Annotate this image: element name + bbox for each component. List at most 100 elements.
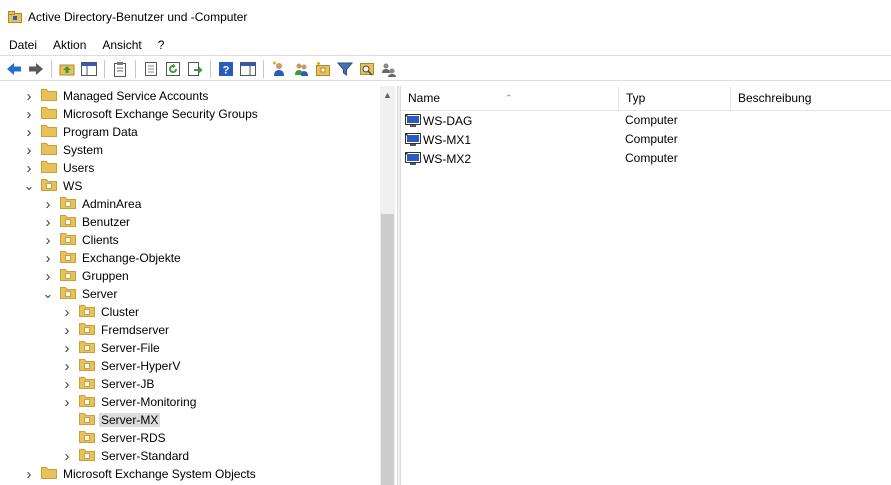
chevron-right-icon[interactable]: › [42,267,54,285]
list-item[interactable]: WS-MX2 [405,149,471,168]
tree-pane: › Managed Service Accounts › Microsoft Exch… [0,86,397,485]
column-header-beschreibung[interactable]: Beschreibung [731,86,891,111]
folder-icon [41,124,57,140]
properties-icon[interactable] [140,58,162,80]
show-hide-tree-icon[interactable] [78,58,100,80]
chevron-right-icon[interactable]: › [42,213,54,231]
chevron-right-icon[interactable]: › [23,87,35,105]
export-list-icon[interactable] [184,58,206,80]
tree-item[interactable]: ⌄ WS [23,177,83,195]
tree-item-label: Server-Monitoring [101,395,197,409]
tree-item-label: Managed Service Accounts [63,89,209,103]
tree-item[interactable]: › Microsoft Exchange System Objects [23,465,256,483]
chevron-right-icon[interactable]: › [61,357,73,375]
menu-aktion[interactable]: Aktion [45,34,94,56]
tree-item[interactable]: › Gruppen [42,267,129,285]
sort-ascending-icon: ⌃ [505,93,513,103]
tree-item[interactable]: › Cluster [61,303,140,321]
tree-item[interactable]: › Benutzer [42,213,131,231]
new-ou-icon[interactable] [312,58,334,80]
list-item[interactable]: WS-MX1 [405,130,471,149]
show-hide-action-pane-icon[interactable] [237,58,259,80]
chevron-right-icon[interactable]: › [23,105,35,123]
tree-item[interactable]: › Exchange-Objekte [42,249,181,267]
filter-icon[interactable] [334,58,356,80]
tree-item[interactable]: › Server-Monitoring [61,393,197,411]
help-icon[interactable]: ? [215,58,237,80]
menu-help[interactable]: ? [150,34,173,56]
tree-item[interactable]: › System [23,141,104,159]
tree-item[interactable]: › Server-Standard [61,447,190,465]
tree-item-label: Server-File [101,341,160,355]
menu-bar: Datei Aktion Ansicht ? [0,34,891,56]
chevron-right-icon[interactable]: › [23,141,35,159]
chevron-right-icon[interactable]: › [42,231,54,249]
tree-item[interactable]: Server-MX [61,411,161,429]
title-bar: Active Directory-Benutzer und -Computer [0,0,891,34]
tree-item-label: Server-HyperV [101,359,181,373]
tree-item[interactable]: › Server-JB [61,375,155,393]
tree-item-label: System [63,143,104,157]
tree-item[interactable]: › AdminArea [42,195,142,213]
new-user-icon[interactable] [268,58,290,80]
tree-item-label: Cluster [101,305,140,319]
scroll-up-icon[interactable]: ▲ [380,86,395,104]
chevron-right-icon[interactable]: › [42,195,54,213]
menu-datei[interactable]: Datei [0,34,45,56]
ou-folder-icon [60,268,76,284]
ou-folder-icon [60,232,76,248]
delegate-control-icon[interactable] [378,58,400,80]
list-item[interactable]: WS-DAG [405,111,472,130]
ou-folder-icon [60,286,76,302]
chevron-right-icon[interactable]: › [61,375,73,393]
tree-item-label: Server-RDS [101,431,166,445]
chevron-right-icon[interactable]: › [23,159,35,177]
toolbar-separator [135,59,136,78]
tree-item[interactable]: › Users [23,159,95,177]
tree-item[interactable]: › Fremdserver [61,321,170,339]
tree-item[interactable]: Server-RDS [61,429,166,447]
tree-item[interactable]: › Program Data [23,123,138,141]
no-expander [61,411,73,429]
list-item-name: WS-MX1 [423,132,471,147]
new-group-icon[interactable] [290,58,312,80]
tree-scrollbar[interactable]: ▲ [380,86,395,485]
chevron-right-icon[interactable]: › [61,303,73,321]
tree-item-label: Users [63,161,95,175]
forward-arrow-icon[interactable] [25,58,47,80]
window-title: Active Directory-Benutzer und -Computer [28,10,248,24]
chevron-down-icon[interactable]: ⌄ [23,177,35,195]
column-header-typ[interactable]: Typ [619,86,731,111]
ou-folder-icon [41,178,57,194]
scrollbar-thumb[interactable] [381,214,394,485]
chevron-right-icon[interactable]: › [61,339,73,357]
chevron-down-icon[interactable]: ⌄ [42,285,54,303]
tree-item[interactable]: › Server-HyperV [61,357,181,375]
folder-icon [41,466,57,482]
chevron-right-icon[interactable]: › [61,447,73,465]
ou-folder-icon [79,448,95,464]
ou-folder-icon [79,304,95,320]
clipboard-icon[interactable] [109,58,131,80]
chevron-right-icon[interactable]: › [61,393,73,411]
menu-ansicht[interactable]: Ansicht [94,34,149,56]
computer-icon [405,113,421,128]
tree-item[interactable]: › Microsoft Exchange Security Groups [23,105,258,123]
tree-item[interactable]: › Managed Service Accounts [23,87,209,105]
find-icon[interactable] [356,58,378,80]
back-arrow-icon[interactable] [3,58,25,80]
ou-folder-icon [79,412,95,428]
tree-item-label: WS [63,179,83,193]
chevron-right-icon[interactable]: › [61,321,73,339]
refresh-icon[interactable] [162,58,184,80]
tree-item[interactable]: ⌄ Server [42,285,118,303]
chevron-right-icon[interactable]: › [23,465,35,483]
no-expander [61,429,73,447]
tree-item[interactable]: › Clients [42,231,119,249]
column-header-name[interactable]: Name ⌃ [401,86,619,111]
up-folder-icon[interactable] [56,58,78,80]
chevron-right-icon[interactable]: › [23,123,35,141]
chevron-right-icon[interactable]: › [42,249,54,267]
tree-item[interactable]: › Server-File [61,339,160,357]
ou-folder-icon [79,394,95,410]
